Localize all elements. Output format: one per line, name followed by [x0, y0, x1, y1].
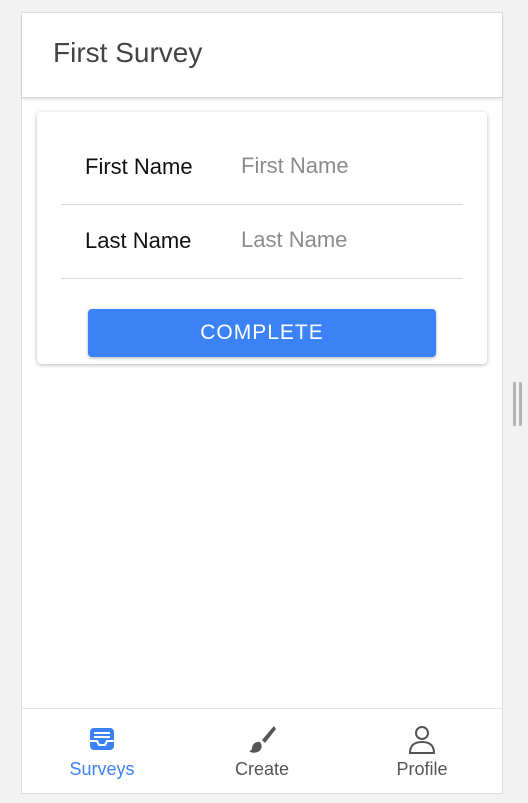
tab-create[interactable]: Create	[182, 709, 342, 793]
last-name-label: Last Name	[85, 228, 192, 253]
complete-button[interactable]: COMPLETE	[88, 309, 436, 357]
tab-profile-label: Profile	[396, 759, 448, 779]
survey-card: First Name Last Name COMPLETE	[37, 112, 487, 364]
bottom-tab-bar: Surveys Create Profile	[22, 708, 502, 793]
last-name-input[interactable]	[241, 220, 456, 260]
tab-surveys[interactable]: Surveys	[22, 709, 182, 793]
first-name-input[interactable]	[241, 146, 456, 186]
tab-surveys-label: Surveys	[69, 759, 135, 779]
person-icon	[408, 726, 436, 754]
resize-handle[interactable]	[513, 382, 523, 426]
first-name-label: First Name	[85, 154, 193, 179]
page-title: First Survey	[53, 37, 203, 68]
last-name-row: Last Name	[61, 204, 463, 279]
app-header: First Survey	[22, 13, 502, 98]
tab-profile[interactable]: Profile	[342, 709, 502, 793]
tab-create-label: Create	[234, 759, 290, 779]
brush-icon	[249, 726, 276, 753]
inbox-icon	[90, 728, 114, 750]
app-window: First Survey First Name Last Name COMPLE…	[21, 12, 503, 794]
first-name-row: First Name	[61, 130, 463, 205]
